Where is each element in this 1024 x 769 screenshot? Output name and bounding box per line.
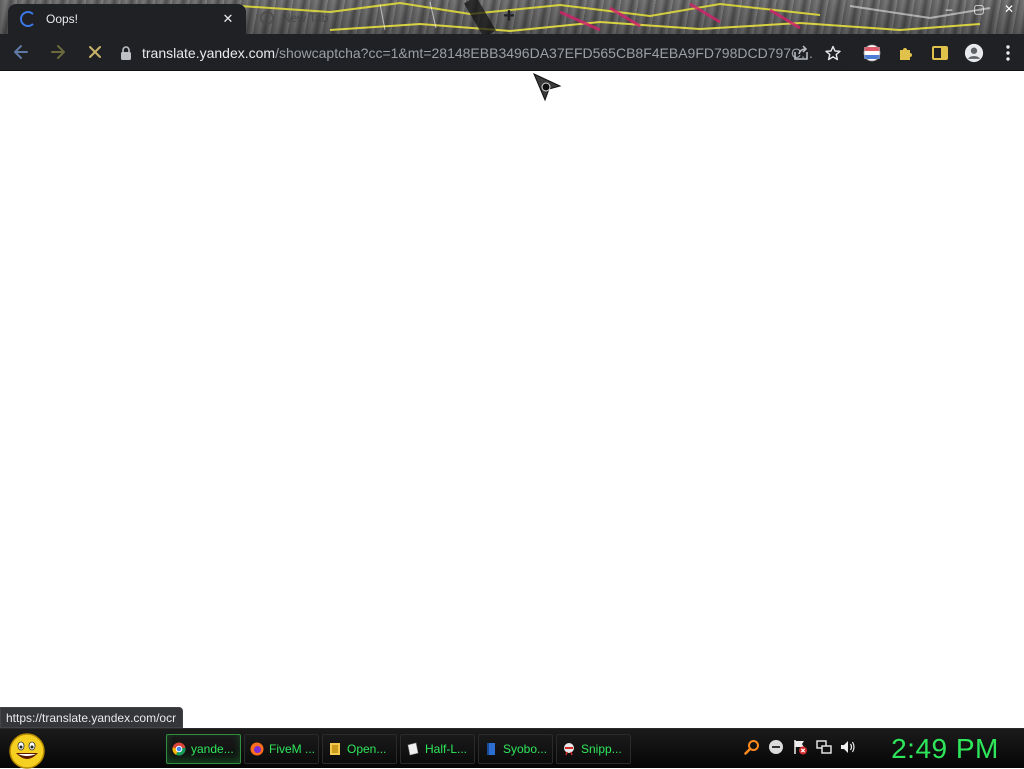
loading-spinner-icon <box>20 11 36 27</box>
taskbar-item-label: Snipp... <box>581 742 622 756</box>
puzzle-extensions-icon[interactable] <box>896 43 916 63</box>
mouse-cursor-icon <box>533 73 562 102</box>
taskbar-items: yande... FiveM ... Open... Half-L... Syo… <box>166 734 631 764</box>
taskbar-item-label: FiveM ... <box>269 742 316 756</box>
search-icon[interactable] <box>744 739 760 755</box>
taskbar-item-snipping[interactable]: Snipp... <box>556 734 631 764</box>
window-controls: – ▢ ✕ <box>934 0 1024 20</box>
globe-icon <box>260 11 274 25</box>
url-path: /showcaptcha?cc=1&mt=28148EBB3496DA37EFD… <box>275 44 813 61</box>
firefox-icon <box>250 742 264 756</box>
close-window-button[interactable]: ✕ <box>994 0 1024 18</box>
document-icon <box>407 742 419 756</box>
stop-x-icon <box>89 46 101 58</box>
taskbar-item-label: Syobo... <box>503 742 548 756</box>
title-bar: Oops! ✕ New Tab + – ▢ ✕ <box>0 0 1024 34</box>
arrow-right-icon <box>51 45 65 59</box>
flag-icon[interactable] <box>792 739 808 755</box>
extension-tools <box>862 34 1018 71</box>
minus-circle-icon[interactable] <box>768 739 784 755</box>
taskbar-item-chrome[interactable]: yande... <box>166 734 241 764</box>
url-host: translate.yandex.com <box>142 44 276 61</box>
chrome-icon <box>172 742 186 756</box>
tab-oops[interactable]: Oops! ✕ <box>8 4 246 34</box>
side-panel-icon[interactable] <box>930 43 950 63</box>
taskbar-item-firefox[interactable]: FiveM ... <box>244 734 319 764</box>
back-button[interactable] <box>5 36 37 68</box>
tab-title: Oops! <box>46 12 79 26</box>
forward-button[interactable] <box>42 36 74 68</box>
share-icon[interactable] <box>792 44 810 62</box>
profile-avatar-icon[interactable] <box>964 43 984 63</box>
maximize-button[interactable]: ▢ <box>964 0 994 18</box>
taskbar-item-label: Half-L... <box>425 742 468 756</box>
close-tab-icon[interactable]: ✕ <box>220 11 236 27</box>
taskbar-clock[interactable]: 2:49 PM <box>870 731 1020 767</box>
start-button-smiley-icon[interactable] <box>6 731 48 769</box>
stop-loading-button[interactable] <box>79 36 111 68</box>
tab-new-tab[interactable]: New Tab <box>252 6 472 30</box>
book-icon <box>487 743 495 755</box>
system-tray <box>744 739 856 755</box>
page-content <box>0 71 1024 728</box>
address-bar[interactable]: translate.yandex.com/showcaptcha?cc=1&mt… <box>110 38 852 67</box>
flag-extension-icon[interactable] <box>862 43 882 63</box>
network-icon[interactable] <box>816 739 832 755</box>
minimize-button[interactable]: – <box>934 0 964 18</box>
taskbar-item-label: yande... <box>191 742 234 756</box>
taskbar-item-label: Open... <box>347 742 387 756</box>
bookmark-star-icon[interactable] <box>824 44 842 62</box>
tab-title: New Tab <box>282 11 329 25</box>
taskbar-item-half-life[interactable]: Half-L... <box>400 734 475 764</box>
taskbar-item-syobo[interactable]: Syobo... <box>478 734 553 764</box>
scissors-icon <box>564 743 574 756</box>
arrow-left-icon <box>14 45 28 59</box>
new-tab-button[interactable]: + <box>497 6 521 28</box>
volume-icon[interactable] <box>840 739 856 755</box>
lock-icon <box>121 45 131 60</box>
browser-toolbar: translate.yandex.com/showcaptcha?cc=1&mt… <box>0 34 1024 71</box>
taskbar: yande... FiveM ... Open... Half-L... Syo… <box>0 728 1024 769</box>
link-status-bubble: https://translate.yandex.com/ocr <box>0 707 184 728</box>
menu-kebab-icon[interactable] <box>998 43 1018 63</box>
folder-icon <box>330 743 340 755</box>
taskbar-item-folder[interactable]: Open... <box>322 734 397 764</box>
address-bar-actions <box>792 38 842 67</box>
